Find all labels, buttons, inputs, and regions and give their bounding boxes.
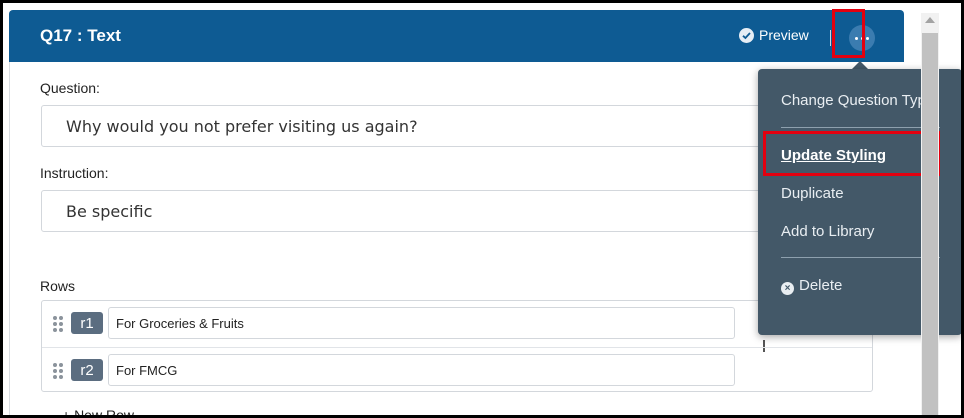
instruction-input[interactable]: Be specific <box>41 190 841 232</box>
delete-label: Delete <box>799 277 843 294</box>
row-text-input[interactable]: For FMCG <box>108 354 735 386</box>
instruction-label: Instruction: <box>40 165 109 181</box>
screenshot-frame: Q17 : Text Preview Question: Why would y… <box>0 0 964 418</box>
drag-handle-icon[interactable] <box>53 363 63 379</box>
question-label: Question: <box>40 80 100 96</box>
scroll-up-arrow-icon[interactable] <box>925 17 935 23</box>
menu-item-update-styling[interactable]: Update Styling <box>781 147 886 164</box>
menu-item-duplicate[interactable]: Duplicate <box>781 185 844 202</box>
menu-divider <box>781 257 940 258</box>
menu-item-add-to-library[interactable]: Add to Library <box>781 223 874 240</box>
scrollbar[interactable] <box>921 13 939 415</box>
menu-divider <box>781 127 940 128</box>
table-row: r2 For FMCG <box>42 347 872 393</box>
more-dots-icon <box>855 36 859 40</box>
menu-item-delete[interactable]: × Delete <box>781 277 842 295</box>
question-input[interactable]: Why would you not prefer visiting us aga… <box>41 105 841 147</box>
row-text-input[interactable]: For Groceries & Fruits <box>108 307 735 339</box>
more-options-button[interactable] <box>849 25 875 51</box>
rows-table: r1 For Groceries & Fruits r2 For FMCG <box>41 300 873 392</box>
row-code-badge: r2 <box>71 359 103 381</box>
drag-handle-icon[interactable] <box>53 316 63 332</box>
question-header: Q17 : Text Preview <box>9 10 904 62</box>
menu-item-change-question-type[interactable]: Change Question Type <box>781 92 934 109</box>
table-row: r1 For Groceries & Fruits <box>42 301 872 347</box>
close-circle-icon: × <box>781 282 794 295</box>
question-title: Q17 : Text <box>40 26 121 45</box>
new-row-button[interactable]: + New Row <box>62 407 134 415</box>
header-separator <box>830 30 831 46</box>
menu-caret <box>852 61 868 69</box>
scrollbar-thumb[interactable] <box>922 33 938 415</box>
check-circle-icon <box>739 27 754 43</box>
preview-label: Preview <box>759 27 809 43</box>
rows-label: Rows <box>40 278 76 294</box>
preview-button[interactable]: Preview <box>739 27 809 43</box>
row-code-badge: r1 <box>71 312 103 334</box>
